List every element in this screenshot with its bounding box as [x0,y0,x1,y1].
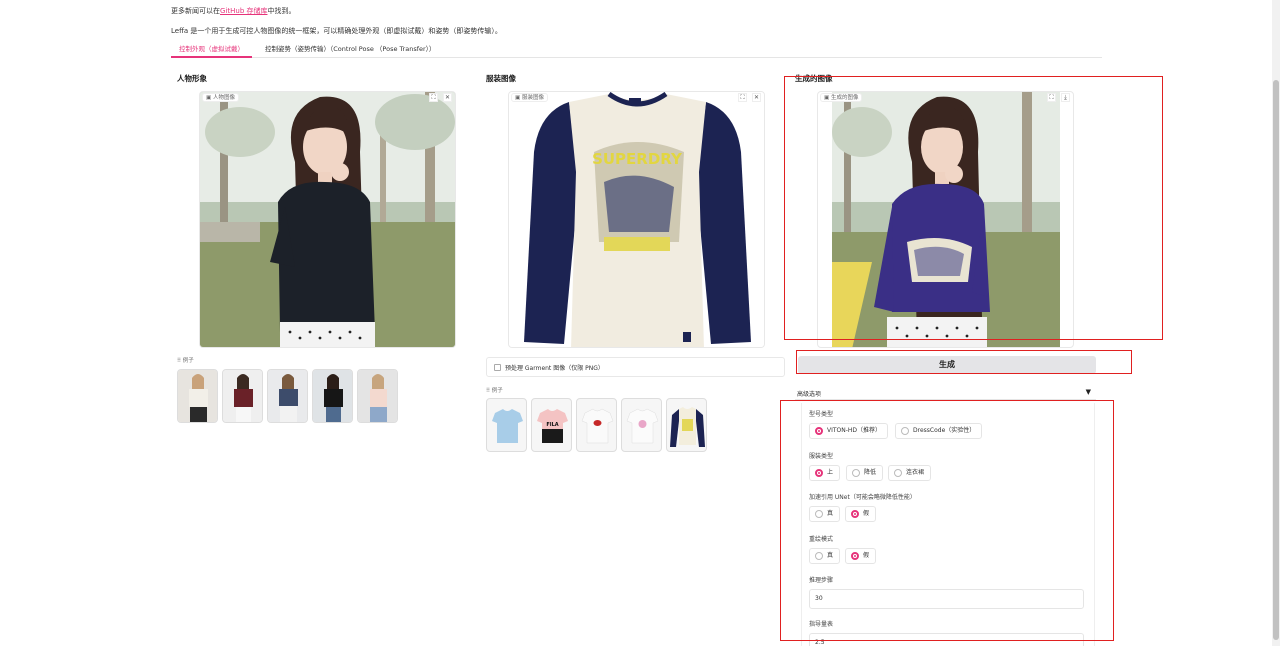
model-type-option-dresscode[interactable]: DressCode（实验性） [895,423,983,439]
garment-type-option-dress[interactable]: 连衣裙 [888,465,932,481]
garment-example-3-image [581,408,614,444]
image-icon: ▣ [206,95,213,101]
intro-line-description: Leffa 是一个用于生成可控人物图像的统一框架，可以精确处理外观（即虚拟试戴）… [171,27,502,35]
person-example-4[interactable] [312,369,353,423]
garment-example-4-image [626,408,659,444]
garment-image-label: ▣ 服装图像 [511,93,548,102]
github-link[interactable]: GitHub 存储库 [220,7,267,15]
person-image-upload[interactable]: ▣ 人物图像 ⛶ ✕ [199,91,456,348]
close-icon[interactable]: ✕ [752,93,761,102]
fullscreen-icon[interactable]: ⛶ [429,93,438,102]
image-icon: ▣ [515,95,522,101]
person-example-5[interactable] [357,369,398,423]
generate-button[interactable]: 生成 [798,356,1096,374]
radio-empty-icon [815,552,823,560]
advanced-options-title: 高级选项 [797,391,822,398]
inference-steps-input[interactable]: 30 [809,589,1084,609]
model-type-label: 型号类型 [809,411,834,418]
person-example-4-image [313,370,352,422]
preprocess-garment-option[interactable]: 预处理 Garment 图像（仅限 PNG） [486,357,785,377]
garment-example-4[interactable] [621,398,662,452]
garment-example-5[interactable] [666,398,707,452]
download-icon[interactable]: ⤓ [1061,93,1070,102]
scrollbar-thumb[interactable] [1273,80,1279,640]
radio-selected-icon [851,552,859,560]
garment-example-5-image [670,407,705,447]
garment-example-3[interactable] [576,398,617,452]
garment-type-option-upper[interactable]: 上 [809,465,841,481]
garment-example-2-print: FILA [546,422,558,428]
inference-steps-label: 推理步骤 [809,577,834,584]
radio-selected-icon [815,427,823,435]
radio-empty-icon [815,510,823,518]
garment-photo: SUPERDRY [509,92,764,347]
generated-image-label: ▣ 生成的图像 [820,93,863,102]
person-image-tools: ⛶ ✕ [429,93,452,102]
image-icon: ▣ [824,95,831,101]
radio-empty-icon [852,469,860,477]
garment-column-title: 服装图像 [486,74,516,83]
radio-empty-icon [894,469,902,477]
garment-example-2-image: FILA [537,409,568,443]
person-examples-label: ⠿ 例子 [177,358,194,364]
garment-example-1-image [492,409,523,443]
garment-type-label: 服装类型 [809,453,834,460]
radio-selected-icon [815,469,823,477]
intro-line-news: 更多新闻可以在GitHub 存储库中找到。 [171,7,296,15]
preprocess-garment-label: 预处理 Garment 图像（仅限 PNG） [505,365,604,372]
generated-image-panel: ▣ 生成的图像 ⛶ ⤓ [817,91,1074,348]
garment-examples-label: ⠿ 例子 [486,388,503,394]
tab-pose-transfer[interactable]: 控制姿势（姿势传输）（Control Pose （Pose Transfer）） [257,42,443,58]
radio-selected-icon [851,510,859,518]
person-example-2-image [223,370,262,422]
preprocess-garment-checkbox[interactable] [494,364,501,371]
page-scrollbar[interactable] [1272,0,1280,646]
advanced-options-panel: 型号类型 VITON-HD（推荐） DressCode（实验性） 服装类型 上 … [801,403,1095,646]
person-image-label: ▣ 人物图像 [202,93,239,102]
ref-unet-option-true[interactable]: 真 [809,506,841,522]
fullscreen-icon[interactable]: ⛶ [738,93,747,102]
caret-down-icon: ▼ [1085,388,1091,396]
ref-unet-label: 加速引用 UNet（可能会略微降低性能） [809,494,916,501]
radio-empty-icon [901,427,909,435]
model-type-option-vitonhd[interactable]: VITON-HD（推荐） [809,423,889,439]
fullscreen-icon[interactable]: ⛶ [1047,93,1056,102]
garment-example-2[interactable]: FILA [531,398,572,452]
ref-unet-option-false[interactable]: 假 [845,506,877,522]
tab-bar: 控制外观（虚拟试戴） 控制姿势（姿势传输）（Control Pose （Pose… [171,42,1102,58]
garment-image-tools: ⛶ ✕ [738,93,761,102]
person-column-title: 人物形象 [177,74,207,83]
output-column-title: 生成的图像 [795,74,833,83]
garment-shirt-print: SUPERDRY [592,150,683,168]
person-example-1-image [178,370,217,422]
advanced-options-toggle[interactable]: 高级选项 ▼ [795,385,1096,400]
person-example-1[interactable] [177,369,218,423]
person-example-2[interactable] [222,369,263,423]
person-example-5-image [358,370,397,422]
repaint-option-true[interactable]: 真 [809,548,841,564]
close-icon[interactable]: ✕ [443,93,452,102]
person-example-3-image [268,370,307,422]
repaint-option-false[interactable]: 假 [845,548,877,564]
generated-photo [832,92,1060,347]
generated-image-tools: ⛶ ⤓ [1047,93,1070,102]
guidance-scale-label: 指导量表 [809,621,834,628]
tab-virtual-tryon[interactable]: 控制外观（虚拟试戴） [171,42,252,58]
garment-image-upload[interactable]: ▣ 服装图像 ⛶ ✕ SUPERDRY [508,91,765,348]
person-photo [200,92,455,347]
guidance-scale-input[interactable]: 2.5 [809,633,1084,646]
garment-type-option-lower[interactable]: 降低 [846,465,884,481]
repaint-mode-label: 重绘模式 [809,536,834,543]
garment-example-1[interactable] [486,398,527,452]
person-example-3[interactable] [267,369,308,423]
